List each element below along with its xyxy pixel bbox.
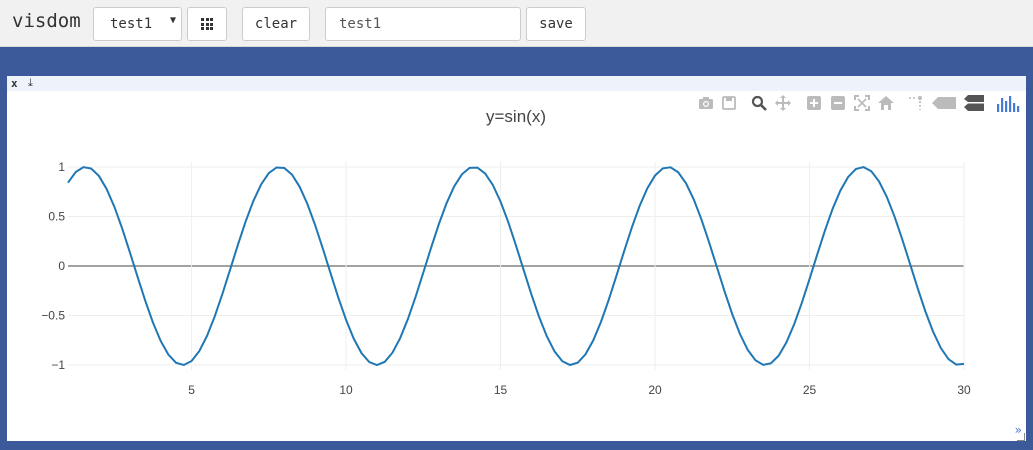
y-tick-label: −1 bbox=[51, 358, 65, 372]
y-tick-label: 0.5 bbox=[48, 209, 65, 223]
environment-select[interactable]: test1 ▼ bbox=[93, 7, 182, 41]
y-tick-label: −0.5 bbox=[41, 309, 65, 323]
x-tick-label: 10 bbox=[339, 383, 353, 397]
x-tick-label: 5 bbox=[188, 383, 195, 397]
zoom-in-icon[interactable] bbox=[805, 94, 823, 112]
chart: y=sin(x) 1 0.5 0 −0.5 −1 5 10 15 20 25 30 bbox=[41, 107, 971, 397]
x-axis: 5 10 15 20 25 30 bbox=[188, 383, 971, 397]
plot-pane: x ⤓ y=sin(x) 1 0.5 0 −0.5 −1 5 10 15 20 25 30 » bbox=[7, 76, 1026, 441]
gridlines bbox=[68, 162, 965, 370]
modebar bbox=[695, 94, 1025, 114]
save-button[interactable]: save bbox=[526, 7, 586, 41]
autoscale-icon[interactable] bbox=[853, 94, 871, 112]
zoom-icon[interactable] bbox=[750, 94, 768, 112]
y-tick-label: 0 bbox=[58, 259, 65, 273]
zoom-out-icon[interactable] bbox=[829, 94, 847, 112]
save-icon[interactable] bbox=[720, 94, 738, 112]
camera-icon[interactable] bbox=[697, 94, 715, 112]
y-axis: 1 0.5 0 −0.5 −1 bbox=[41, 160, 65, 372]
hover-compare-icon[interactable] bbox=[963, 94, 985, 112]
y-tick-label: 1 bbox=[58, 160, 65, 174]
chevron-down-icon: ▼ bbox=[169, 15, 176, 26]
app-brand: visdom bbox=[12, 10, 81, 32]
env-name-input[interactable]: test1 bbox=[325, 7, 521, 41]
x-tick-label: 30 bbox=[957, 383, 971, 397]
pan-icon[interactable] bbox=[774, 94, 792, 112]
hover-closest-icon[interactable] bbox=[931, 94, 957, 112]
home-icon[interactable] bbox=[877, 94, 895, 112]
x-tick-label: 15 bbox=[494, 383, 508, 397]
plotly-logo-icon[interactable] bbox=[995, 94, 1021, 112]
x-tick-label: 20 bbox=[648, 383, 662, 397]
top-toolbar: visdom test1 ▼ clear test1 save bbox=[0, 0, 1033, 47]
x-tick-label: 25 bbox=[803, 383, 817, 397]
view-grid-button[interactable] bbox=[187, 7, 227, 41]
resize-handle[interactable] bbox=[1017, 433, 1025, 441]
chart-title: y=sin(x) bbox=[486, 107, 546, 126]
grid-icon bbox=[201, 18, 213, 30]
spike-lines-icon[interactable] bbox=[907, 94, 925, 112]
clear-button[interactable]: clear bbox=[242, 7, 310, 41]
environment-select-value: test1 bbox=[110, 16, 153, 32]
